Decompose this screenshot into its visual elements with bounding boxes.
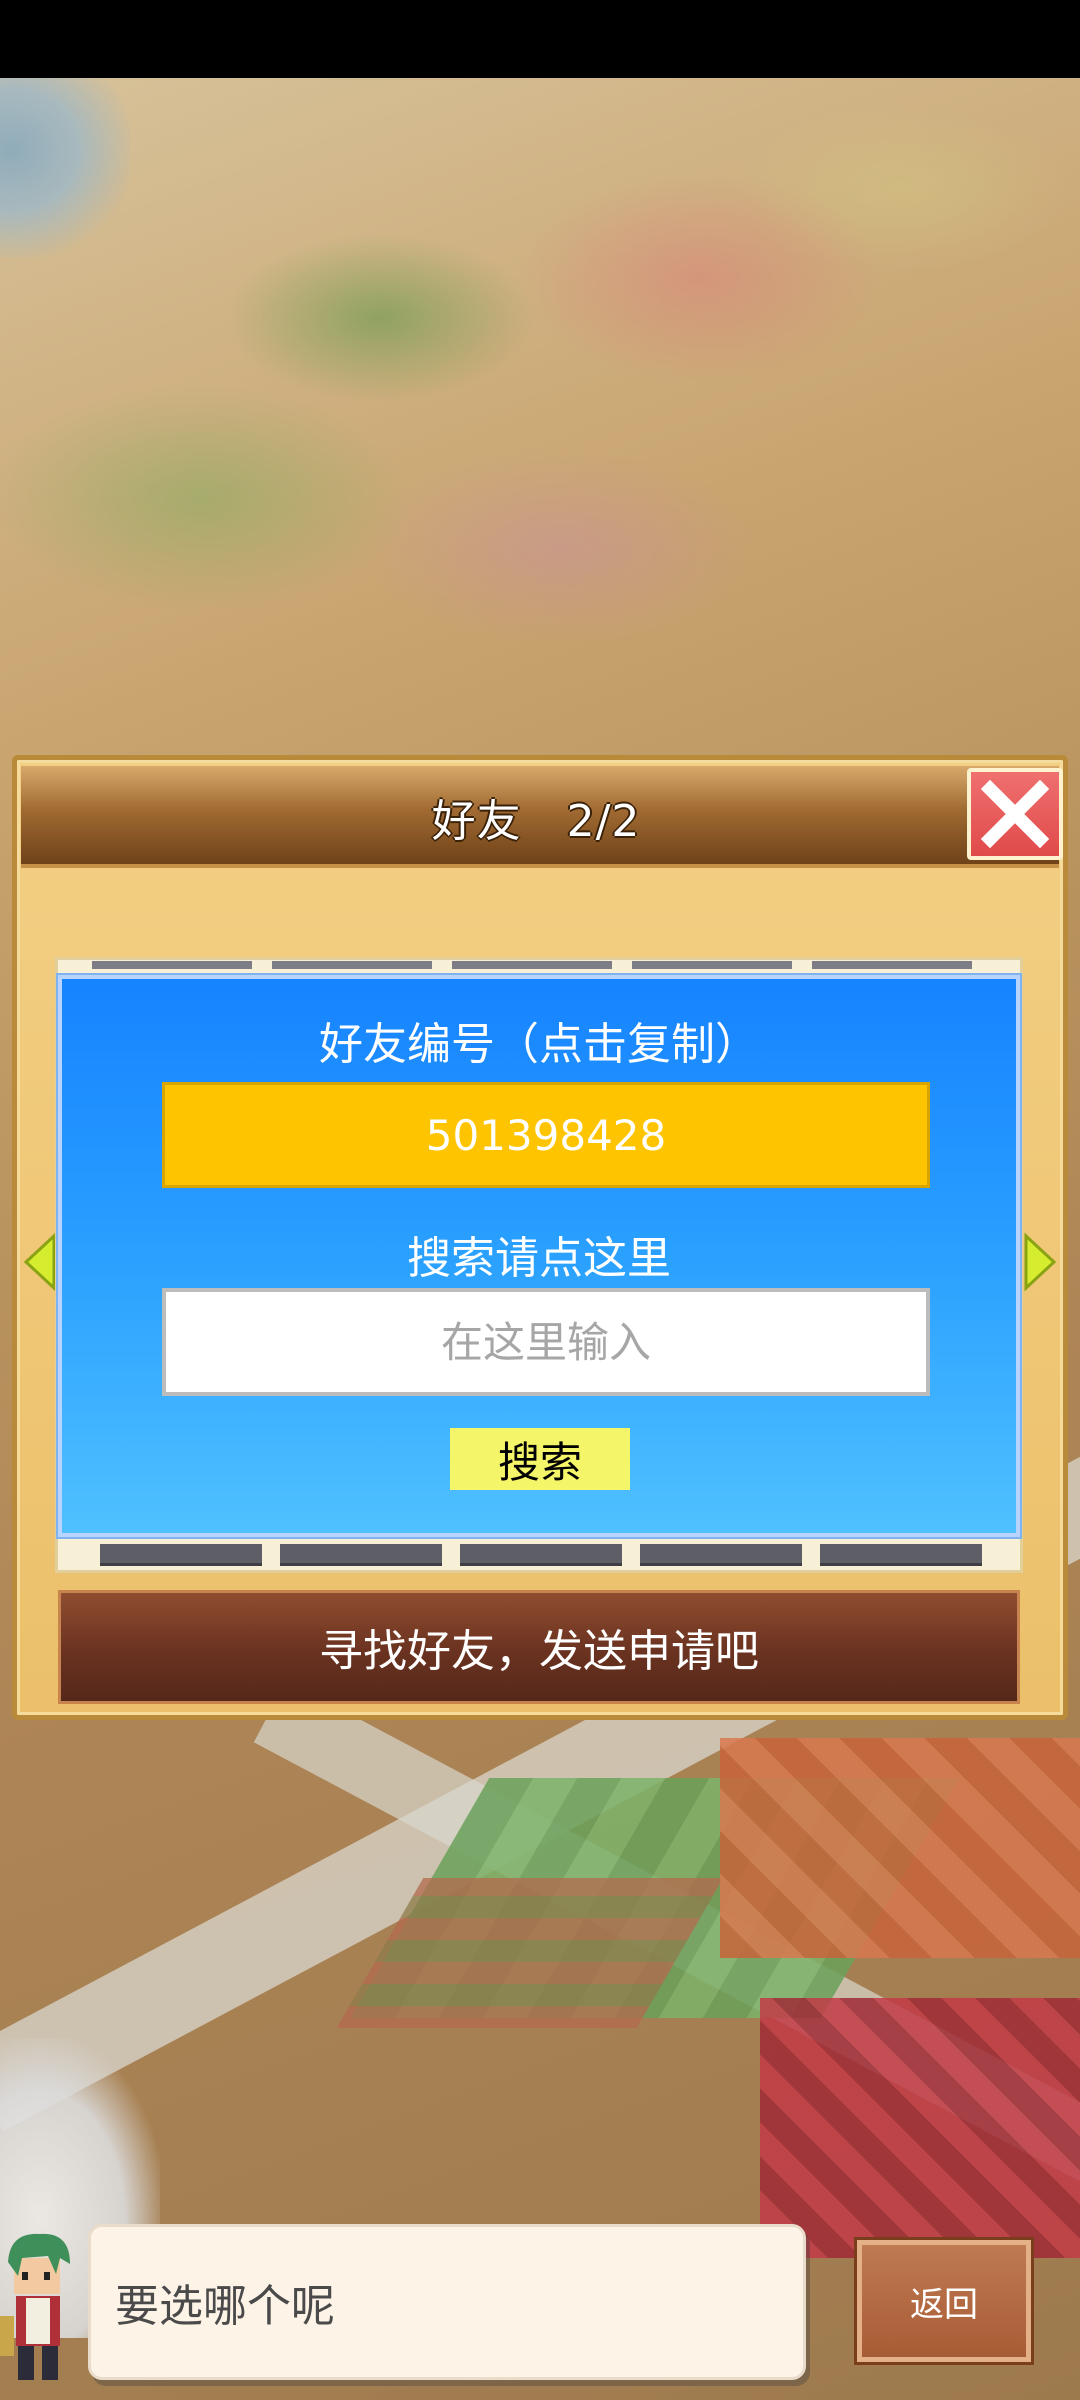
page-tabs-bottom — [100, 1544, 990, 1568]
search-label: 搜索请点这里 — [407, 1233, 671, 1284]
search-button[interactable]: 搜索 — [450, 1428, 630, 1490]
dialog-title: 好友 2/2 — [431, 796, 641, 847]
friend-id-copy-button[interactable]: 501398428 — [162, 1082, 930, 1188]
page-tab[interactable] — [460, 1544, 622, 1566]
page-tab[interactable] — [280, 1544, 442, 1566]
find-friends-button[interactable]: 寻找好友，发送申请吧 — [58, 1590, 1020, 1704]
arrow-right-icon[interactable] — [1022, 1232, 1058, 1292]
green-haired-character-avatar — [0, 2233, 70, 2380]
friend-id-label: 好友编号（点击复制） — [319, 1019, 759, 1070]
page-tab[interactable] — [100, 1544, 262, 1566]
arrow-left-icon[interactable] — [22, 1232, 58, 1292]
close-x-icon — [980, 779, 1050, 849]
status-bar — [0, 0, 1080, 78]
message-text: 要选哪个呢 — [115, 2281, 335, 2332]
search-input[interactable] — [162, 1288, 930, 1396]
page-tabs-top — [62, 961, 1016, 971]
close-button[interactable] — [967, 768, 1063, 860]
page-tab[interactable] — [640, 1544, 802, 1566]
page-tab[interactable] — [820, 1544, 982, 1566]
back-button[interactable]: 返回 — [857, 2240, 1031, 2362]
message-box: 要选哪个呢 — [88, 2224, 806, 2380]
